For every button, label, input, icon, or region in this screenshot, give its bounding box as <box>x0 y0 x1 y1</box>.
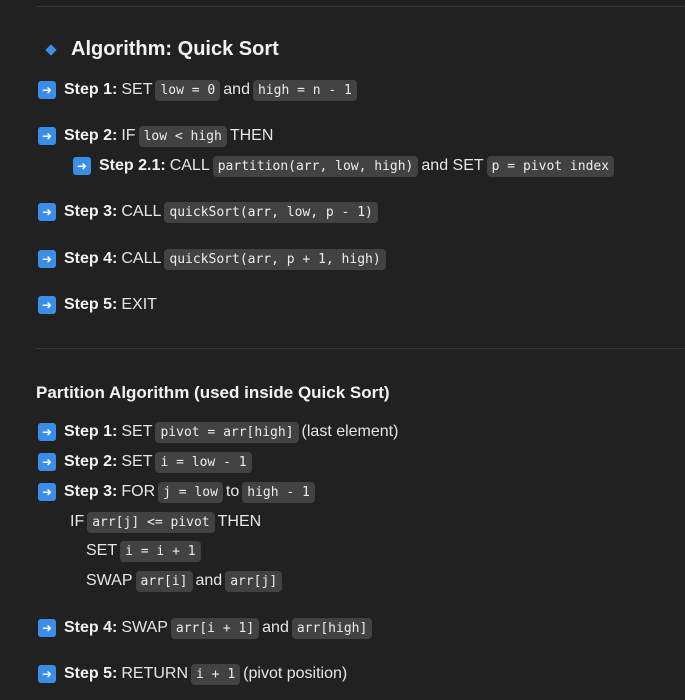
step-text: THEN <box>217 513 262 530</box>
inline-code: low < high <box>138 125 227 147</box>
inline-code: high - 1 <box>242 481 315 503</box>
step-text: SET <box>121 453 153 470</box>
partition-step-3: Step 3: FOR j = low to high - 1 <box>38 479 318 505</box>
inline-code: quickSort(arr, low, p - 1) <box>164 201 378 223</box>
quick-sort-step-2-1: Step 2.1: CALL partition(arr, low, high)… <box>73 153 617 179</box>
step-text: RETURN <box>121 665 189 682</box>
inline-code: arr[j] <= pivot <box>87 511 215 533</box>
inline-code: j = low <box>158 481 223 503</box>
quick-sort-title: Algorithm: Quick Sort <box>71 38 279 60</box>
inline-code: quickSort(arr, p + 1, high) <box>164 248 386 270</box>
inline-code: i = low - 1 <box>155 451 252 473</box>
step-text: (pivot position) <box>243 665 348 682</box>
inline-code: arr[i] <box>135 570 193 592</box>
arrow-right-icon <box>38 296 56 314</box>
inline-code: arr[j] <box>225 570 283 592</box>
step-text: EXIT <box>121 296 157 313</box>
step-label: Step 2: <box>64 127 118 144</box>
step-label: Step 4: <box>64 619 118 636</box>
arrow-right-icon <box>73 157 91 175</box>
diamond-icon <box>45 43 57 56</box>
inline-code: high = n - 1 <box>252 79 357 101</box>
arrow-right-icon <box>38 203 56 221</box>
step-text: CALL <box>169 157 210 174</box>
step-text: CALL <box>121 250 162 267</box>
step-label: Step 1: <box>64 81 118 98</box>
arrow-right-icon <box>38 423 56 441</box>
step-text: CALL <box>121 203 162 220</box>
step-text: SWAP <box>86 572 133 589</box>
step-text: SWAP <box>121 619 168 636</box>
step-text: and <box>195 572 223 589</box>
document: Algorithm: Quick Sort Step 1: SET low = … <box>0 0 685 700</box>
step-text: IF <box>70 513 85 530</box>
step-text: to <box>225 483 240 500</box>
arrow-right-icon <box>38 665 56 683</box>
inline-code: arr[i + 1] <box>170 617 260 639</box>
step-text: THEN <box>229 127 274 144</box>
step-text: IF <box>121 127 136 144</box>
step-text: (last element) <box>301 423 399 440</box>
arrow-right-icon <box>38 619 56 637</box>
partition-if-line: IF arr[j] <= pivot THEN <box>70 509 261 535</box>
divider-top <box>36 6 685 7</box>
inline-code: i + 1 <box>191 663 241 685</box>
step-text: and <box>223 81 250 98</box>
partition-step-5: Step 5: RETURN i + 1 (pivot position) <box>38 661 347 687</box>
step-label: Step 5: <box>64 296 118 313</box>
arrow-right-icon <box>38 250 56 268</box>
inline-code: partition(arr, low, high) <box>212 155 419 177</box>
arrow-right-icon <box>38 453 56 471</box>
quick-sort-heading: Algorithm: Quick Sort <box>44 38 279 61</box>
arrow-right-icon <box>38 483 56 501</box>
inline-code: low = 0 <box>155 79 221 101</box>
step-label: Step 1: <box>64 423 118 440</box>
partition-set-line: SET i = i + 1 <box>86 538 204 564</box>
step-text: SET <box>121 81 153 98</box>
quick-sort-step-1: Step 1: SET low = 0 and high = n - 1 <box>38 77 360 103</box>
inline-code: arr[high] <box>291 617 373 639</box>
partition-step-1: Step 1: SET pivot = arr[high] (last elem… <box>38 419 398 445</box>
step-label: Step 3: <box>64 203 118 220</box>
quick-sort-step-5: Step 5: EXIT <box>38 292 157 318</box>
step-label: Step 3: <box>64 483 118 500</box>
arrow-right-icon <box>38 81 56 99</box>
arrow-right-icon <box>38 127 56 145</box>
quick-sort-step-3: Step 3: CALL quickSort(arr, low, p - 1) <box>38 199 381 225</box>
inline-code: p = pivot index <box>486 155 615 177</box>
step-label: Step 2.1: <box>99 157 166 174</box>
step-text: SET <box>86 542 118 559</box>
step-label: Step 2: <box>64 453 118 470</box>
partition-step-4: Step 4: SWAP arr[i + 1] and arr[high] <box>38 615 375 641</box>
step-label: Step 4: <box>64 250 118 267</box>
step-text: and <box>262 619 289 636</box>
partition-swap-line: SWAP arr[i] and arr[j] <box>86 568 285 594</box>
inline-code: i = i + 1 <box>120 540 201 562</box>
divider-middle <box>36 348 685 349</box>
step-text: SET <box>121 423 153 440</box>
step-text: and SET <box>421 157 484 174</box>
inline-code: pivot = arr[high] <box>155 421 299 443</box>
partition-heading: Partition Algorithm (used inside Quick S… <box>36 383 390 402</box>
partition-step-2: Step 2: SET i = low - 1 <box>38 449 255 475</box>
quick-sort-step-4: Step 4: CALL quickSort(arr, p + 1, high) <box>38 246 389 272</box>
step-label: Step 5: <box>64 665 118 682</box>
step-text: FOR <box>121 483 156 500</box>
quick-sort-step-2: Step 2: IF low < high THEN <box>38 123 273 149</box>
